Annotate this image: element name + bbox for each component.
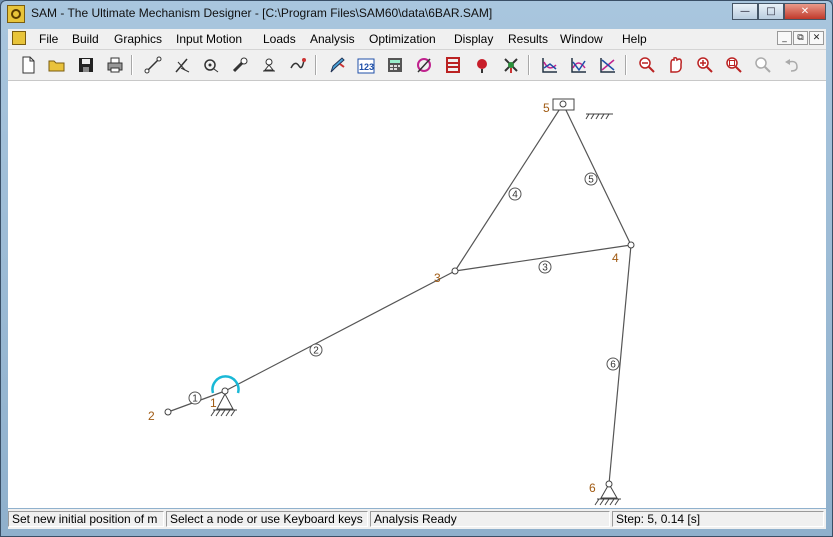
element-label-4: 4 [512,190,518,201]
hinge-icon[interactable] [200,54,222,76]
element-label-5: 5 [588,175,594,186]
menu-input-motion[interactable]: Input Motion [176,32,242,46]
link-2[interactable] [224,270,456,392]
chart-1-icon[interactable] [539,54,561,76]
menu-graphics[interactable]: Graphics [114,32,162,46]
drawing-canvas[interactable]: 1 2 3 4 5 6 1 2 3 4 5 6 [8,81,826,508]
open-folder-icon[interactable] [46,54,68,76]
new-file-icon[interactable] [17,54,39,76]
node-label-3: 3 [434,271,441,285]
window-title: SAM - The Ultimate Mechanism Designer - … [31,6,493,20]
node-3[interactable] [451,267,459,275]
title-bar[interactable]: SAM - The Ultimate Mechanism Designer - … [1,1,832,28]
node-label-2: 2 [148,409,155,423]
print-icon[interactable] [104,54,126,76]
mdi-restore-button[interactable]: ⧉ [793,31,808,45]
calculator-icon[interactable] [384,54,406,76]
element-badge-3[interactable]: 3 [538,260,552,274]
node-label-1: 1 [210,396,217,410]
node-4[interactable] [627,241,635,249]
load-icon[interactable] [471,54,493,76]
status-step: Step: 5, 0.14 [s] [612,511,824,527]
menu-optimization[interactable]: Optimization [369,32,436,46]
mdi-close-button[interactable]: ✕ [809,31,824,45]
zoom-out-icon[interactable] [636,54,658,76]
spring-icon[interactable] [287,54,309,76]
element-label-3: 3 [542,263,548,274]
node-2[interactable] [164,408,172,416]
node-1[interactable] [221,387,229,395]
menu-display[interactable]: Display [454,32,493,46]
status-bar: Set new initial position of m Select a n… [8,509,826,529]
element-label-2: 2 [313,346,319,357]
minimize-button[interactable]: — [732,3,758,20]
node-label-5: 5 [543,101,550,115]
menu-bar: File Build Graphics Input Motion Loads A… [8,29,826,50]
element-badge-1[interactable]: 1 [188,391,202,405]
zoom-window-icon[interactable] [723,54,745,76]
menu-loads[interactable]: Loads [263,32,296,46]
node-label-4: 4 [612,251,619,265]
pen-icon[interactable] [326,54,348,76]
menu-window[interactable]: Window [560,32,603,46]
ground-icon[interactable] [258,54,280,76]
link-5[interactable] [562,103,632,246]
menu-help[interactable]: Help [622,32,647,46]
element-badge-5[interactable]: 5 [584,172,598,186]
pan-icon[interactable] [665,54,687,76]
zoom-fit-icon[interactable] [694,54,716,76]
chart-2-icon[interactable] [568,54,590,76]
app-icon[interactable] [7,5,25,23]
element-badge-6[interactable]: 6 [606,357,620,371]
menu-build[interactable]: Build [72,32,99,46]
toolbar: 123 [8,50,826,81]
status-hint: Set new initial position of m [8,511,164,527]
zoom-previous-icon[interactable] [752,54,774,76]
node-6[interactable] [605,480,613,488]
status-analysis: Analysis Ready [370,511,610,527]
close-button[interactable]: ✕ [784,3,826,20]
menu-results[interactable]: Results [508,32,548,46]
ladder-icon[interactable] [442,54,464,76]
slider-icon[interactable] [171,54,193,76]
node-label-6: 6 [589,481,596,495]
maximize-button[interactable]: □ [758,3,784,20]
element-label-1: 1 [192,394,198,405]
pulley-icon[interactable] [413,54,435,76]
status-selection: Select a node or use Keyboard keys [166,511,368,527]
svg-text:123: 123 [359,62,374,72]
app-window: SAM - The Ultimate Mechanism Designer - … [0,0,833,537]
chart-3-icon[interactable] [597,54,619,76]
gear-icon[interactable] [229,54,251,76]
undo-icon[interactable] [781,54,803,76]
element-label-6: 6 [610,360,616,371]
menu-file[interactable]: File [39,32,58,46]
node-5[interactable] [559,100,567,108]
mdi-minimize-button[interactable]: _ [777,31,792,45]
element-badge-4[interactable]: 4 [508,187,522,201]
windmill-icon[interactable] [500,54,522,76]
menu-analysis[interactable]: Analysis [310,32,355,46]
numbers-123-icon[interactable]: 123 [355,54,377,76]
document-icon[interactable] [12,31,26,45]
save-icon[interactable] [75,54,97,76]
link-4[interactable] [454,103,564,272]
beam-icon[interactable] [142,54,164,76]
element-badge-2[interactable]: 2 [309,343,323,357]
